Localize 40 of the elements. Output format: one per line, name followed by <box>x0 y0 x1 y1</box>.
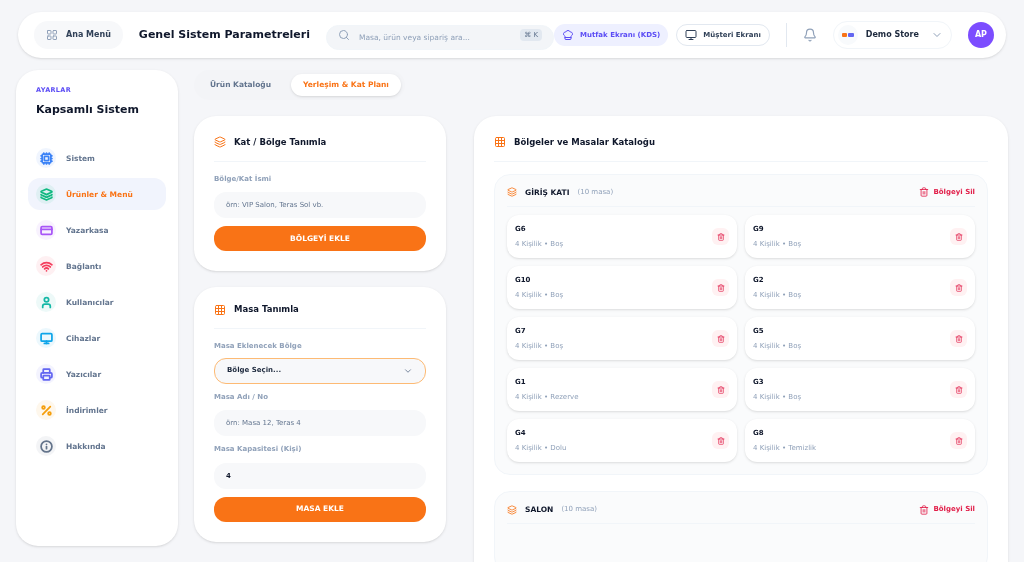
layers-icon <box>507 504 517 515</box>
trash-icon <box>954 283 963 292</box>
grid-icon <box>214 303 226 316</box>
card-title: Bölgeler ve Masalar Kataloğu <box>514 136 655 149</box>
grid-icon <box>46 29 58 41</box>
trash-icon <box>716 436 725 445</box>
sidebar-title: Kapsamlı Sistem <box>35 101 141 118</box>
delete-table-button[interactable] <box>950 228 967 245</box>
layers-icon <box>507 187 517 198</box>
trash-icon <box>716 334 725 343</box>
trash-icon <box>919 187 930 198</box>
trash-icon <box>716 283 725 292</box>
card-title: Masa Tanımla <box>234 303 299 316</box>
trash-icon <box>716 385 725 394</box>
delete-table-button[interactable] <box>950 381 967 398</box>
main-menu-button[interactable]: Ana Menü <box>34 21 123 49</box>
delete-table-button[interactable] <box>712 330 729 347</box>
grid-icon <box>494 136 506 149</box>
trash-icon <box>716 232 725 241</box>
delete-table-button[interactable] <box>950 330 967 347</box>
delete-table-button[interactable] <box>712 228 729 245</box>
delete-table-button[interactable] <box>712 381 729 398</box>
trash-icon <box>919 504 930 515</box>
search-icon <box>338 29 351 41</box>
trash-icon <box>954 385 963 394</box>
layers-icon <box>214 136 226 149</box>
page-title: Genel Sistem Parametreleri <box>138 26 311 43</box>
store-logo-icon <box>837 25 858 45</box>
notification-icon[interactable] <box>802 28 817 42</box>
trash-icon <box>954 436 963 445</box>
user-avatar[interactable]: AP <box>967 22 994 48</box>
delete-table-button[interactable] <box>712 279 729 296</box>
delete-table-button[interactable] <box>950 279 967 296</box>
monitor-icon <box>685 29 698 41</box>
delete-table-button[interactable] <box>950 432 967 449</box>
trash-icon <box>954 232 963 241</box>
chef-hat-icon <box>562 29 575 41</box>
card-title: Kat / Bölge Tanımla <box>234 136 327 149</box>
delete-table-button[interactable] <box>712 432 729 449</box>
trash-icon <box>954 334 963 343</box>
